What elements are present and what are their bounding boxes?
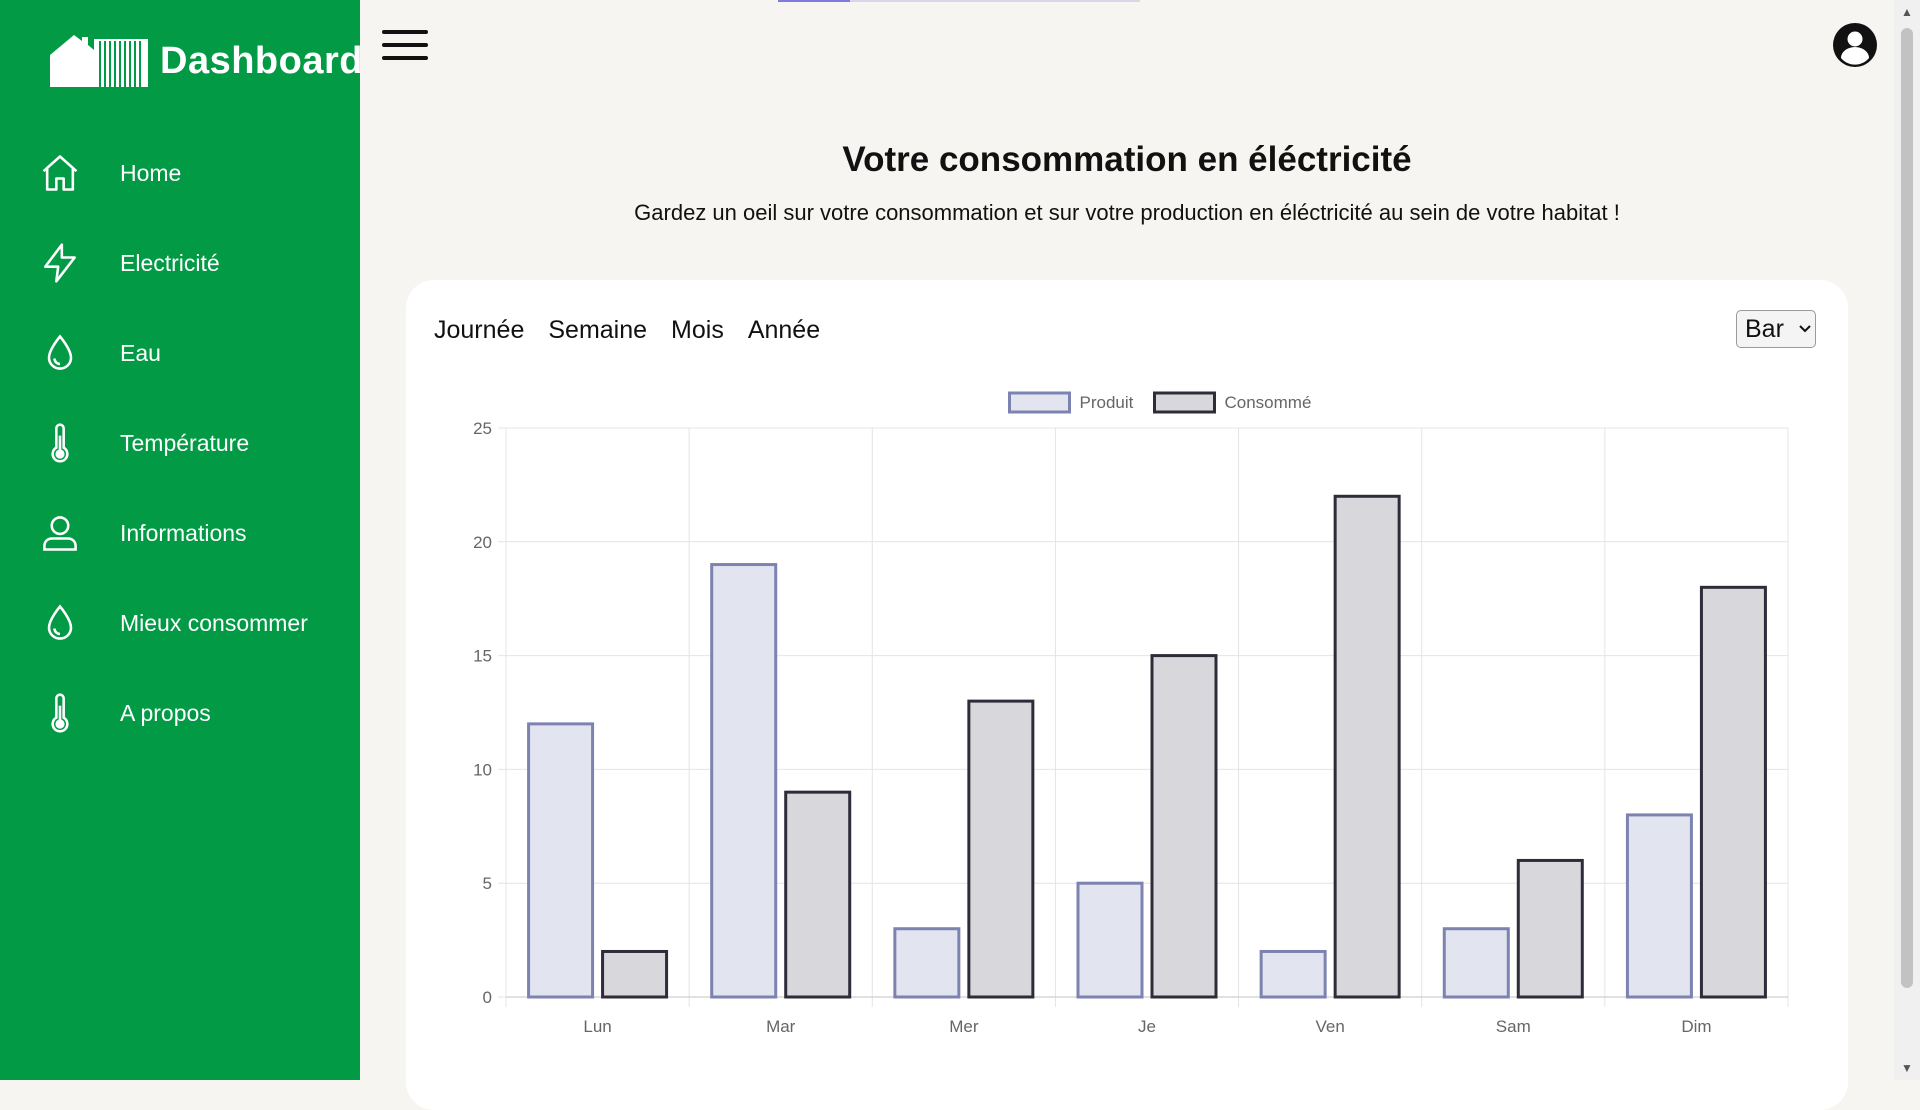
y-tick-label: 25 [473,419,492,438]
bar-Consommé[interactable] [1150,654,1218,999]
sidebar-item-label: A propos [120,699,211,726]
legend-swatch [1153,391,1216,414]
bar-Produit[interactable] [1259,949,1327,999]
sidebar-item-mieux-consommer[interactable]: Mieux consommer [0,578,360,668]
sidebar-item-eau[interactable]: Eau [0,308,360,398]
y-tick-label: 20 [473,533,492,552]
period-tabs: Journée Semaine Mois Année [434,316,844,345]
brand[interactable]: Dashboard [48,30,363,92]
thermometer-icon [36,419,84,467]
loading-progress-bar [778,0,1140,2]
bar-Produit[interactable] [527,722,595,999]
bar-Produit[interactable] [710,563,778,999]
sidebar-item-label: Informations [120,519,247,546]
sidebar-item-temperature[interactable]: Température [0,398,360,488]
x-tick-label: Sam [1496,1017,1531,1036]
scroll-down-arrow-icon[interactable]: ▼ [1894,1058,1920,1078]
sidebar-item-label: Mieux consommer [120,609,308,636]
scrollbar[interactable]: ▲ ▼ [1894,0,1920,1080]
bar-Produit[interactable] [893,927,961,999]
tab-journee[interactable]: Journée [434,316,524,345]
chevron-down-icon [1799,325,1811,333]
sidebar-item-label: Eau [120,339,161,366]
sidebar-item-a-propos[interactable]: A propos [0,668,360,758]
sidebar-item-electricite[interactable]: Electricité [0,218,360,308]
house-building-logo [50,35,148,87]
x-tick-label: Mar [766,1017,796,1036]
sidebar-item-label: Home [120,159,182,186]
bar-Consommé[interactable] [601,949,669,999]
user-circle-icon[interactable] [1832,22,1878,68]
scrollbar-thumb[interactable] [1901,28,1913,988]
x-tick-label: Lun [583,1017,611,1036]
legend-label: Produit [1080,393,1134,412]
thermometer-icon [36,689,84,737]
sidebar-nav: Home Electricité Eau Température Informa… [0,128,360,758]
sidebar-item-home[interactable]: Home [0,128,360,218]
brand-title: Dashboard [160,39,363,82]
bar-chart: 0 5 10 15 20 25 Lun Mar Mer Je Ven Sam Dim Produit Con… [473,391,1789,1036]
y-tick-label: 0 [483,988,492,1007]
legend-label: Consommé [1225,393,1312,412]
bar-Consommé[interactable] [784,790,852,999]
bar-Produit[interactable] [1076,881,1144,999]
loading-progress-fill [778,0,851,2]
page-subtitle: Gardez un oeil sur votre consommation et… [634,200,1620,225]
sidebar: Dashboard Home Electricité Eau Températu… [0,0,363,1080]
bar-Produit[interactable] [1442,927,1510,999]
bar-Consommé[interactable] [967,699,1035,999]
bar-Consommé[interactable] [1516,858,1584,999]
bar-Consommé[interactable] [1333,494,1401,999]
tab-annee[interactable]: Année [748,316,820,345]
legend-swatch [1008,391,1071,414]
scroll-up-arrow-icon[interactable]: ▲ [1894,2,1920,22]
chart-type-value: Bar [1745,314,1784,343]
sidebar-item-label: Electricité [120,249,220,276]
page-title: Votre consommation en éléctricité [842,140,1412,179]
sidebar-item-label: Température [120,429,250,456]
x-tick-label: Je [1138,1017,1156,1036]
user-icon [36,509,84,557]
chart-type-select[interactable]: Bar [1736,310,1816,348]
hamburger-icon[interactable] [382,30,428,62]
water-drop-icon [36,329,84,377]
tab-semaine[interactable]: Semaine [548,316,647,345]
x-tick-label: Mer [949,1017,979,1036]
lightning-icon [36,239,84,287]
x-tick-label: Ven [1315,1017,1344,1036]
sidebar-item-informations[interactable]: Informations [0,488,360,578]
bar-Produit[interactable] [1625,813,1693,999]
x-tick-label: Dim [1681,1017,1711,1036]
y-tick-label: 10 [473,760,492,779]
y-tick-label: 5 [483,874,492,893]
water-drop-icon [36,599,84,647]
y-tick-label: 15 [473,647,492,666]
bar-Consommé[interactable] [1699,585,1767,999]
home-icon [36,149,84,197]
tab-mois[interactable]: Mois [671,316,724,345]
